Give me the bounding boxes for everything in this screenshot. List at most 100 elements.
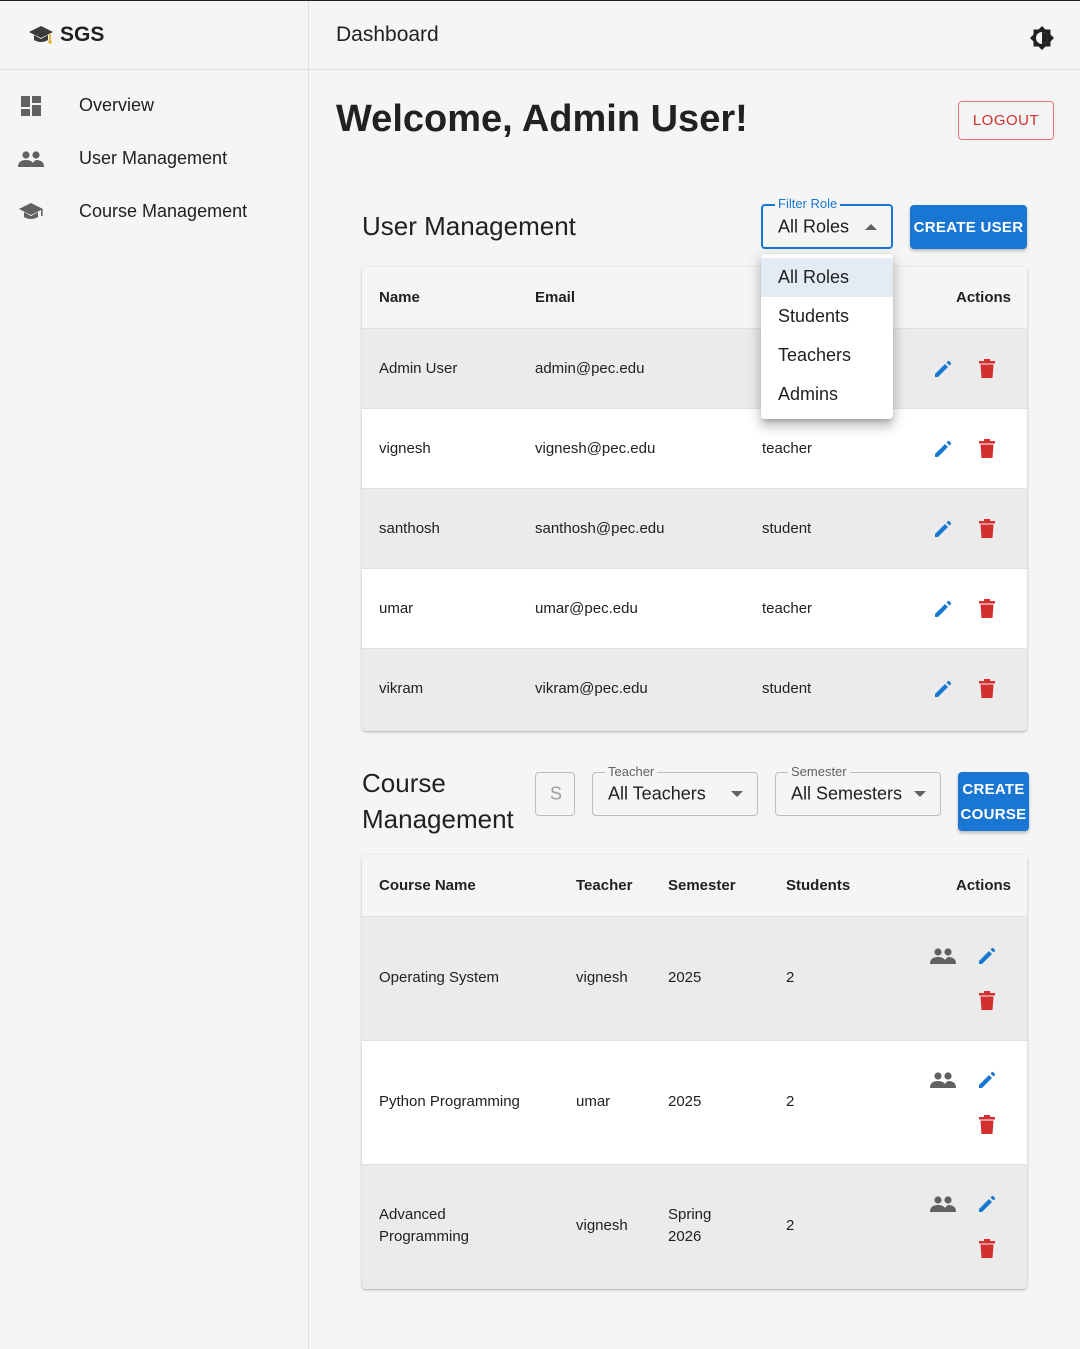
cell-students: 2 xyxy=(786,969,795,986)
create-course-button[interactable]: CREATE COURSE xyxy=(958,772,1029,831)
dashboard-icon xyxy=(18,93,44,119)
brand[interactable]: SGS xyxy=(0,1,308,70)
top-header: Dashboard xyxy=(309,1,1080,70)
semester-filter-value: All Semesters xyxy=(791,783,903,804)
teacher-filter-legend: Teacher xyxy=(605,764,658,780)
table-row: Advanced Programming vignesh Spring 2026 2 xyxy=(362,1165,1027,1289)
edit-icon[interactable] xyxy=(974,943,1000,969)
sidebar-item-course-management[interactable]: Course Management xyxy=(0,185,308,238)
courses-table: Course Name Teacher Semester Students Ac… xyxy=(362,855,1027,1289)
teacher-filter-value: All Teachers xyxy=(608,783,706,804)
semester-filter-select[interactable]: Semester All Semesters xyxy=(775,764,941,816)
people-icon[interactable] xyxy=(930,943,956,969)
cell-students: 2 xyxy=(786,1093,795,1110)
users-table: Name Email Actions Admin User admin@pec.… xyxy=(362,267,1027,731)
course-management-title: Course Management xyxy=(362,765,514,837)
column-header-teacher: Teacher xyxy=(576,877,633,894)
people-icon[interactable] xyxy=(930,1191,956,1217)
cell-role: student xyxy=(762,680,812,697)
sidebar-nav: Overview User Management Course Manageme… xyxy=(0,70,308,238)
edit-icon[interactable] xyxy=(930,356,956,382)
create-user-button[interactable]: CREATE USER xyxy=(910,205,1027,249)
cell-role: student xyxy=(762,520,812,537)
course-name-line2: Programming xyxy=(379,1228,470,1245)
table-row: santhosh santhosh@pec.edu student xyxy=(362,489,1027,569)
logout-button[interactable]: LOGOUT xyxy=(958,101,1054,140)
app: SGS Overview User Management Course Mana… xyxy=(0,0,1080,1349)
table-row: vignesh vignesh@pec.edu teacher xyxy=(362,409,1027,489)
edit-icon[interactable] xyxy=(930,436,956,462)
edit-icon[interactable] xyxy=(974,1067,1000,1093)
courses-table-header: Course Name Teacher Semester Students Ac… xyxy=(362,855,1027,917)
delete-icon[interactable] xyxy=(974,1236,1000,1262)
course-search-input[interactable]: S xyxy=(535,772,575,816)
table-row: umar umar@pec.edu teacher xyxy=(362,569,1027,649)
delete-icon[interactable] xyxy=(974,1112,1000,1138)
column-header-students: Students xyxy=(786,877,851,894)
sidebar-item-overview[interactable]: Overview xyxy=(0,79,308,132)
menu-item-all-roles[interactable]: All Roles xyxy=(761,258,893,297)
people-icon[interactable] xyxy=(930,1067,956,1093)
role-filter-menu: All Roles Students Teachers Admins xyxy=(761,254,893,419)
edit-icon[interactable] xyxy=(930,676,956,702)
page-title: Dashboard xyxy=(336,23,439,46)
filter-role-select[interactable]: Filter Role All Roles xyxy=(761,196,893,249)
cell-teacher: umar xyxy=(576,1093,611,1110)
column-header-name: Name xyxy=(379,289,420,306)
table-row: Python Programming umar 2025 2 xyxy=(362,1041,1027,1165)
menu-item-teachers[interactable]: Teachers xyxy=(761,336,893,375)
cell-course-name: Operating System xyxy=(379,967,499,989)
user-management-title: User Management xyxy=(362,211,576,241)
delete-icon[interactable] xyxy=(974,596,1000,622)
cell-teacher: vignesh xyxy=(576,969,628,986)
filter-role-legend: Filter Role xyxy=(775,196,841,212)
semester-line2: 2026 xyxy=(668,1228,702,1245)
delete-icon[interactable] xyxy=(974,676,1000,702)
delete-icon[interactable] xyxy=(974,356,1000,382)
edit-icon[interactable] xyxy=(930,596,956,622)
menu-item-students[interactable]: Students xyxy=(761,297,893,336)
cell-teacher: vignesh xyxy=(576,1217,628,1234)
course-title-line2: Management xyxy=(362,804,514,834)
delete-icon[interactable] xyxy=(974,988,1000,1014)
column-header-semester: Semester xyxy=(668,877,736,894)
delete-icon[interactable] xyxy=(974,516,1000,542)
cell-role: teacher xyxy=(762,440,813,457)
sidebar-item-user-management[interactable]: User Management xyxy=(0,132,308,185)
cell-semester: Spring 2026 xyxy=(668,1204,711,1248)
sidebar-item-label: User Management xyxy=(79,148,228,168)
people-icon xyxy=(18,146,44,172)
cell-name: Admin User xyxy=(379,360,458,377)
graduation-cap-icon xyxy=(29,26,53,44)
cell-email: vignesh@pec.edu xyxy=(535,440,656,457)
create-course-line1: CREATE xyxy=(962,780,1025,798)
course-name-line1: Advanced xyxy=(379,1206,446,1223)
cell-students: 2 xyxy=(786,1217,795,1234)
cell-role: teacher xyxy=(762,600,813,617)
cell-name: santhosh xyxy=(379,520,440,537)
table-row: Operating System vignesh 2025 2 xyxy=(362,917,1027,1041)
column-header-actions: Actions xyxy=(956,289,1012,306)
column-header-email: Email xyxy=(535,289,576,306)
cell-email: admin@pec.edu xyxy=(535,360,645,377)
welcome-heading: Welcome, Admin User! xyxy=(336,98,748,140)
semester-filter-legend: Semester xyxy=(788,764,850,780)
menu-item-admins[interactable]: Admins xyxy=(761,375,893,414)
table-row: Admin User admin@pec.edu xyxy=(362,329,1027,409)
cell-email: vikram@pec.edu xyxy=(535,680,648,697)
school-icon xyxy=(18,199,44,225)
sidebar: SGS Overview User Management Course Mana… xyxy=(0,1,309,1349)
users-table-header: Name Email Actions xyxy=(362,267,1027,329)
teacher-filter-select[interactable]: Teacher All Teachers xyxy=(592,764,758,816)
course-name-line1: Operating System xyxy=(379,969,500,986)
edit-icon[interactable] xyxy=(974,1191,1000,1217)
cell-email: umar@pec.edu xyxy=(535,600,638,617)
edit-icon[interactable] xyxy=(930,516,956,542)
brightness-icon[interactable] xyxy=(1029,25,1055,51)
semester-line1: 2025 xyxy=(668,1093,702,1110)
cell-semester: 2025 xyxy=(668,1091,701,1113)
sidebar-item-label: Course Management xyxy=(79,201,248,221)
semester-line1: Spring xyxy=(668,1206,712,1223)
delete-icon[interactable] xyxy=(974,436,1000,462)
cell-name: vikram xyxy=(379,680,424,697)
